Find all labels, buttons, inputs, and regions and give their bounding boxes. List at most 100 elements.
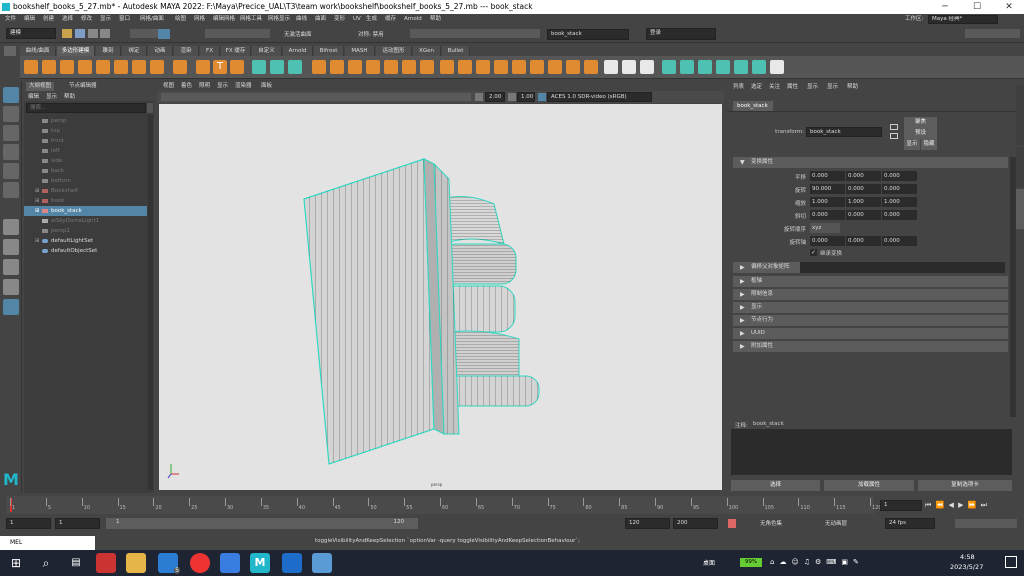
- menu-generate[interactable]: 生成: [366, 14, 377, 25]
- menu-surfaces[interactable]: 曲面: [315, 14, 326, 25]
- poly-sphere-icon[interactable]: [24, 60, 38, 74]
- shelf-tab-bifrost[interactable]: Bifrost: [314, 46, 344, 56]
- outliner-item-persp1[interactable]: persp1: [24, 226, 147, 236]
- shear-x-field[interactable]: 0.000: [810, 210, 845, 220]
- move-tool-icon[interactable]: [3, 144, 19, 160]
- menu-edit[interactable]: 编辑: [24, 14, 35, 25]
- layout-icon[interactable]: [3, 279, 19, 295]
- outliner-item-book[interactable]: ⊞ book: [24, 196, 147, 206]
- playback-end-field[interactable]: 120: [625, 518, 670, 529]
- menu-draw[interactable]: 绘图: [175, 14, 186, 25]
- connect-icon[interactable]: [530, 60, 544, 74]
- viewport-canvas[interactable]: persp: [159, 104, 722, 490]
- target-weld-icon[interactable]: [622, 60, 636, 74]
- outliner-search-input[interactable]: 搜索...: [26, 103, 146, 113]
- uv-spherical-icon[interactable]: [698, 60, 712, 74]
- lasso-tool-icon[interactable]: [3, 106, 19, 122]
- ae-show-button[interactable]: 显示: [904, 139, 920, 150]
- mail-icon[interactable]: 5: [158, 553, 180, 574]
- audio-controls-icons[interactable]: [955, 519, 1017, 528]
- shelf-tab-custom[interactable]: 自定义: [252, 46, 282, 56]
- shelf-tab-xgen[interactable]: XGen: [413, 46, 441, 56]
- svg-icon[interactable]: [230, 60, 244, 74]
- scale-y-field[interactable]: 1.000: [846, 197, 881, 207]
- outliner-search-dropdown-icon[interactable]: [147, 103, 153, 113]
- gamma-icon[interactable]: [475, 93, 483, 101]
- outliner-menu-edit[interactable]: 编辑: [28, 92, 39, 100]
- rotate-z-field[interactable]: 0.000: [882, 184, 917, 194]
- menu-mesh-tools[interactable]: 网格工具: [240, 14, 262, 25]
- battery-indicator[interactable]: 99%: [740, 558, 762, 567]
- snap-icons[interactable]: [205, 29, 270, 38]
- separate-icon[interactable]: [270, 60, 284, 74]
- outliner-item-book-stack[interactable]: ⊞ book_stack: [24, 206, 147, 216]
- menu-mesh-surface[interactable]: 网格/曲面: [140, 14, 164, 25]
- ae-menu-focus[interactable]: 关注: [769, 82, 780, 90]
- delete-edge-icon[interactable]: [566, 60, 580, 74]
- menu-mesh[interactable]: 网格: [194, 14, 205, 25]
- render-icons[interactable]: [410, 29, 540, 38]
- menu-uv[interactable]: UV: [353, 14, 361, 25]
- four-view-icon[interactable]: [3, 239, 19, 255]
- minimize-button[interactable]: ─: [930, 0, 960, 14]
- shelf-tab-mash[interactable]: MASH: [345, 46, 375, 56]
- rotate-axis-y-field[interactable]: 0.000: [846, 236, 881, 246]
- select-mode-icons[interactable]: [130, 29, 160, 38]
- workspace-select[interactable]: Maya 经典*: [928, 15, 998, 24]
- attribute-editor-tab[interactable]: [1016, 189, 1024, 229]
- login-button[interactable]: 登录: [646, 28, 716, 40]
- shelf-tab-rig[interactable]: 绑定: [122, 46, 147, 56]
- outliner-item-persp[interactable]: persp: [24, 116, 147, 126]
- menu-deform[interactable]: 变形: [334, 14, 345, 25]
- rotate-tool-icon[interactable]: [3, 163, 19, 179]
- smooth-icon[interactable]: [312, 60, 326, 74]
- vp-menu-lighting[interactable]: 照明: [199, 81, 210, 91]
- menu-file[interactable]: 文件: [5, 14, 16, 25]
- outliner-menu-show[interactable]: 显示: [46, 92, 57, 100]
- translate-y-field[interactable]: 0.000: [846, 171, 881, 181]
- notes-textarea[interactable]: [731, 429, 1012, 475]
- ae-menu-attributes[interactable]: 属性: [787, 82, 798, 90]
- desktop-label[interactable]: 桌面: [703, 558, 715, 567]
- colorspace-select[interactable]: ACES 1.0 SDR-video (sRGB): [547, 92, 652, 102]
- photos-icon[interactable]: [312, 553, 332, 573]
- section-node-behavior[interactable]: ▶ 节点行为: [733, 315, 1008, 326]
- bevel-icon[interactable]: [476, 60, 490, 74]
- extrude-icon[interactable]: [440, 60, 454, 74]
- retopo-icon[interactable]: [366, 60, 380, 74]
- maya-taskbar-icon[interactable]: M: [250, 553, 270, 573]
- close-button[interactable]: ✕: [994, 0, 1024, 14]
- section-uuid[interactable]: ▶ UUID: [733, 328, 1008, 339]
- section-transform-attributes[interactable]: ▼ 变换属性: [733, 157, 1008, 168]
- modeling-toolkit-tab[interactable]: [1016, 85, 1024, 145]
- section-limit-info[interactable]: ▶ 限制信息: [733, 289, 1008, 300]
- outliner-item-side[interactable]: side: [24, 156, 147, 166]
- ae-menu-selected[interactable]: 选定: [751, 82, 762, 90]
- paint-select-icon[interactable]: [3, 125, 19, 141]
- shelf-tab-motion[interactable]: 运动图形: [376, 46, 412, 56]
- exposure-icon[interactable]: [508, 93, 516, 101]
- rotate-order-select[interactable]: xyz: [810, 223, 840, 233]
- outliner-item-back[interactable]: back: [24, 166, 147, 176]
- vp-menu-panels[interactable]: 面板: [261, 81, 272, 91]
- reduce-icon[interactable]: [330, 60, 344, 74]
- poly-cone-icon[interactable]: [78, 60, 92, 74]
- shelf-tab-poly[interactable]: 多边形建模: [57, 46, 95, 56]
- rotate-axis-x-field[interactable]: 0.000: [810, 236, 845, 246]
- boolean-icon[interactable]: [288, 60, 302, 74]
- vp-menu-shading[interactable]: 着色: [181, 81, 192, 91]
- select-tool-icon[interactable]: [3, 87, 19, 103]
- type-icon[interactable]: T: [213, 60, 227, 74]
- taskbar-app-icon-3[interactable]: [282, 553, 302, 573]
- ae-load-attributes-button[interactable]: 加载属性: [824, 480, 914, 491]
- object-mode-icon[interactable]: [158, 29, 170, 39]
- ae-focus-button[interactable]: 聚焦: [904, 117, 937, 128]
- uv-cylindrical-icon[interactable]: [680, 60, 694, 74]
- quad-draw-icon[interactable]: [640, 60, 654, 74]
- character-set-select[interactable]: 无角色集: [760, 519, 782, 527]
- section-display[interactable]: ▶ 显示: [733, 302, 1008, 313]
- section-pivots[interactable]: ▶ 枢轴: [733, 276, 1008, 287]
- menu-create[interactable]: 创建: [43, 14, 54, 25]
- gamma-field[interactable]: 2.00: [485, 92, 505, 102]
- undo-icon[interactable]: [88, 29, 98, 38]
